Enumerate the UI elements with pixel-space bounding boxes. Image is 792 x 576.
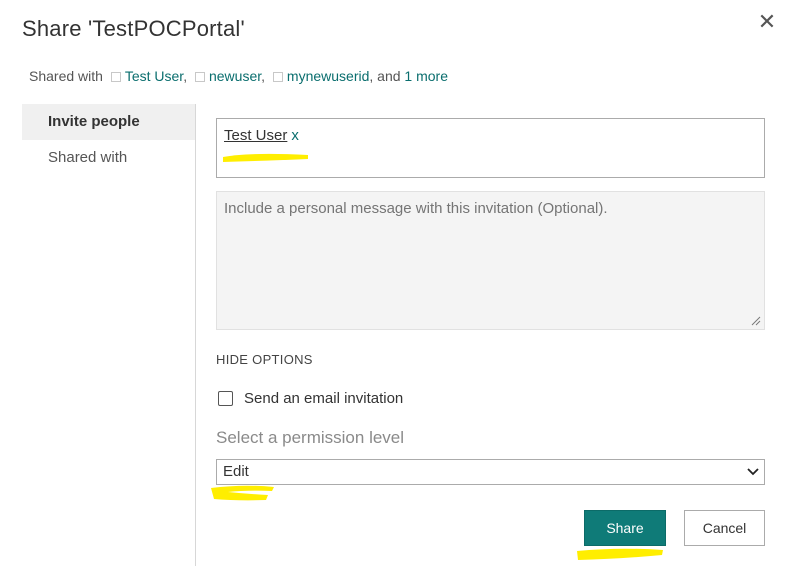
nav-item-shared-with[interactable]: Shared with <box>22 140 195 176</box>
shared-with-summary: Shared with Test User, newuser, mynewuse… <box>29 68 448 84</box>
send-email-label: Send an email invitation <box>244 390 404 407</box>
hide-options-link[interactable]: HIDE OPTIONS <box>216 352 313 367</box>
more-users-link[interactable]: 1 more <box>404 68 448 84</box>
user-checkbox-icon <box>110 72 121 82</box>
user-checkbox-icon <box>194 72 205 82</box>
share-button[interactable]: Share <box>584 510 666 546</box>
resize-grip-icon[interactable] <box>751 316 761 326</box>
permission-selected-value: Edit <box>223 463 249 480</box>
highlight-mark <box>223 153 308 162</box>
cancel-button[interactable]: Cancel <box>684 510 765 546</box>
left-nav: Invite people Shared with <box>22 104 196 566</box>
close-icon[interactable]: ✕ <box>755 10 779 34</box>
remove-user-button[interactable]: x <box>291 127 299 144</box>
send-email-row: Send an email invitation <box>218 390 403 407</box>
shared-with-prefix: Shared with <box>29 68 103 84</box>
nav-item-invite-people[interactable]: Invite people <box>22 104 195 140</box>
and-text: , and <box>369 68 401 84</box>
shared-user-link[interactable]: mynewuserid <box>287 68 369 84</box>
shared-user-link[interactable]: newuser <box>209 68 261 84</box>
chevron-down-icon <box>747 468 759 476</box>
highlight-mark <box>211 485 274 501</box>
separator: , <box>261 68 266 84</box>
user-checkbox-icon <box>272 72 283 82</box>
permission-level-label: Select a permission level <box>216 428 405 447</box>
permission-level-select[interactable]: Edit <box>216 459 765 485</box>
send-email-checkbox[interactable] <box>218 391 233 406</box>
dialog-title: Share 'TestPOCPortal' <box>22 16 245 41</box>
shared-user-link[interactable]: Test User <box>125 68 183 84</box>
share-dialog: Share 'TestPOCPortal' ✕ Shared with Test… <box>0 0 792 576</box>
personal-message-input[interactable] <box>216 191 765 330</box>
separator: , <box>183 68 188 84</box>
invited-user-chip[interactable]: Test User <box>224 127 287 144</box>
highlight-mark <box>577 548 663 560</box>
